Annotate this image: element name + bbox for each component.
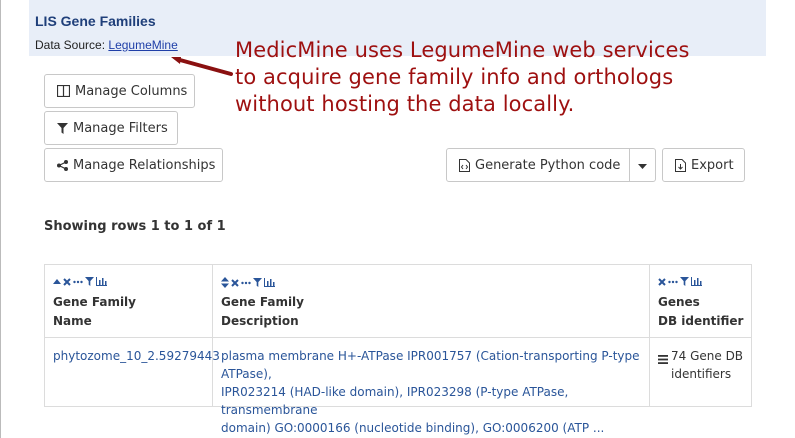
description-line: domain) GO:0000166 (nucleotide binding),… <box>221 421 605 435</box>
export-label: Export <box>691 157 734 173</box>
column-header-line: Description <box>221 314 299 328</box>
column-tools <box>221 277 275 288</box>
genes-count-line: 74 Gene DB <box>671 349 744 363</box>
column-header-gene-family-description: Gene Family Description <box>221 293 304 331</box>
chart-icon[interactable] <box>264 278 275 287</box>
gene-family-description-cell[interactable]: plasma membrane H+-ATPase IPR001757 (Cat… <box>221 347 641 437</box>
generate-code-label: Generate Python code <box>475 157 621 173</box>
column-header-line: Genes <box>658 295 700 309</box>
filter-icon[interactable] <box>85 277 94 286</box>
remove-column-icon[interactable] <box>231 278 239 287</box>
column-header-line: Name <box>53 314 92 328</box>
column-header-gene-family-name: Gene Family Name <box>53 293 136 331</box>
data-source-link[interactable]: LegumeMine <box>108 38 177 52</box>
summary-icon[interactable] <box>241 279 251 287</box>
remove-column-icon[interactable] <box>658 277 666 286</box>
data-source-label: Data Source: <box>35 38 106 52</box>
manage-filters-label: Manage Filters <box>73 120 168 136</box>
export-file-icon <box>675 158 686 172</box>
manage-relationships-button[interactable]: Manage Relationships <box>44 148 223 182</box>
summary-icon[interactable] <box>73 278 83 286</box>
column-gene-family-description: Gene Family Description plasma membrane … <box>212 265 650 435</box>
left-border <box>0 0 1 438</box>
genes-count-line: identifiers <box>671 367 732 381</box>
column-genes-db-identifier: Genes DB identifier 74 Gene DB identifie… <box>649 265 752 406</box>
column-header-line: Gene Family <box>221 295 304 309</box>
export-button[interactable]: Export <box>662 148 745 182</box>
summary-icon[interactable] <box>668 278 678 286</box>
caret-down-icon <box>638 158 647 173</box>
share-icon <box>57 159 68 171</box>
description-line: plasma membrane H+-ATPase IPR001757 (Cat… <box>221 349 640 381</box>
annotation-text: MedicMine uses LegumeMine web services t… <box>235 37 775 118</box>
gene-family-name-cell[interactable]: phytozome_10_2.59279443 <box>53 347 220 365</box>
annotation-line-1: MedicMine uses LegumeMine web services <box>235 38 690 62</box>
column-header-genes: Genes DB identifier <box>658 293 743 331</box>
list-icon <box>658 351 668 369</box>
genes-count-text: 74 Gene DB identifiers <box>671 347 743 383</box>
manage-filters-button[interactable]: Manage Filters <box>44 111 178 145</box>
sort-up-icon[interactable] <box>53 278 61 286</box>
chart-icon[interactable] <box>691 277 702 286</box>
column-gene-family-name: Gene Family Name phytozome_10_2.59279443 <box>45 265 220 406</box>
annotation-line-2: to acquire gene family info and ortholog… <box>235 65 674 89</box>
filter-icon[interactable] <box>253 278 262 287</box>
filter-icon <box>57 122 68 134</box>
code-language-dropdown[interactable] <box>629 148 656 182</box>
manage-columns-label: Manage Columns <box>75 83 188 99</box>
results-table: Gene Family Name phytozome_10_2.59279443… <box>44 264 752 435</box>
report-title: LIS Gene Families <box>35 13 156 29</box>
row-count-status: Showing rows 1 to 1 of 1 <box>44 219 226 234</box>
filter-icon[interactable] <box>680 277 689 286</box>
columns-icon <box>57 85 70 97</box>
chart-icon[interactable] <box>96 277 107 286</box>
generate-code-button[interactable]: Generate Python code <box>446 148 630 182</box>
column-tools <box>658 277 702 286</box>
remove-column-icon[interactable] <box>63 277 71 286</box>
column-tools <box>53 277 107 286</box>
column-header-line: Gene Family <box>53 295 136 309</box>
code-file-icon <box>459 158 470 172</box>
column-header-line: DB identifier <box>658 314 744 328</box>
description-line: IPR023214 (HAD-like domain), IPR023298 (… <box>221 385 569 417</box>
genes-count-cell[interactable]: 74 Gene DB identifiers <box>658 347 748 383</box>
annotation-line-3: without hosting the data locally. <box>235 92 575 116</box>
sort-both-icon[interactable] <box>221 277 229 288</box>
manage-columns-button[interactable]: Manage Columns <box>44 74 195 108</box>
manage-relationships-label: Manage Relationships <box>73 157 216 173</box>
